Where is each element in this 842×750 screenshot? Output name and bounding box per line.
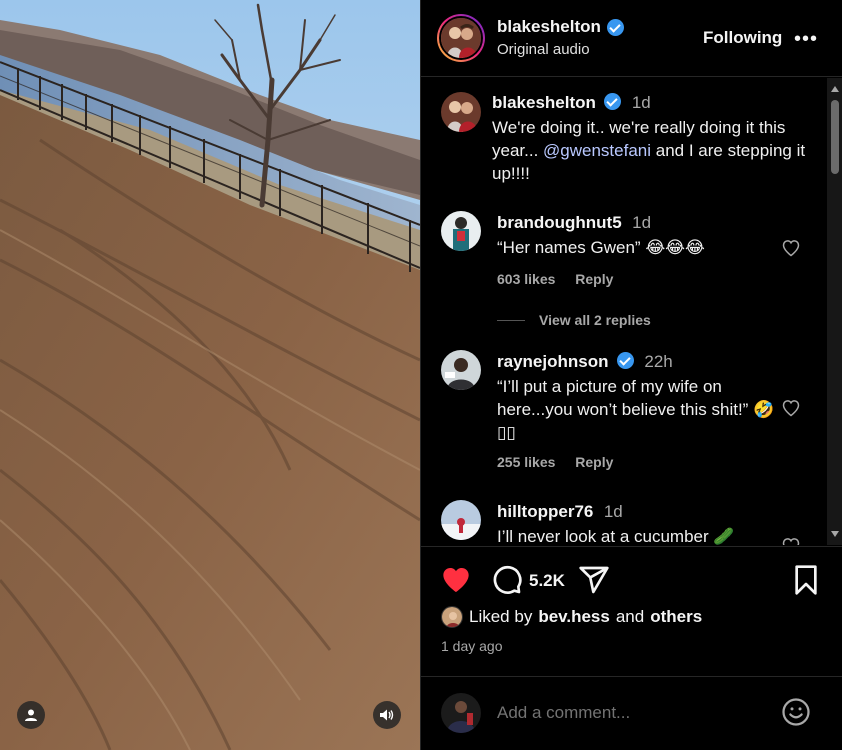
comments-list[interactable]: blakeshelton 1d We're doing it.. we're r… [421,78,827,545]
verified-icon [604,93,622,110]
author-avatar[interactable] [437,14,485,62]
heart-icon[interactable] [781,398,801,418]
post-time-ago: 1 day ago [441,638,503,654]
caption-text: We're doing it.. we're really doing it t… [492,116,812,185]
liked-by: Liked by bev.hess and others [441,606,702,628]
more-icon[interactable]: ••• [794,28,818,51]
comment-input[interactable] [497,701,767,725]
heart-icon[interactable] [781,238,801,258]
comment-text: “I’ll put a picture of my wife on here..… [497,377,775,442]
comment-composer [421,676,842,750]
scroll-up-arrow[interactable] [831,86,839,92]
liked-by-and: and [615,607,645,626]
heart-icon[interactable] [781,536,801,545]
post-header: blakeshelton Original audio Following ••… [421,0,842,77]
view-replies-button[interactable]: View all 2 replies [497,312,651,328]
comment-text: I’ll never look at a cucumber 🥒 [497,527,735,545]
avatar-photo [441,693,481,733]
comment-meta: 255 likes Reply [497,454,629,470]
emoji-icon[interactable] [781,697,811,727]
audio-label[interactable]: Original audio [497,41,590,58]
comment-avatar[interactable] [441,350,481,390]
avatar-photo [441,18,481,58]
reply-button[interactable]: Reply [575,454,613,470]
avatar-photo [441,92,481,132]
mute-toggle-button[interactable] [373,701,401,729]
avatar-photo [442,607,462,627]
scroll-thumb[interactable] [831,100,839,174]
comment-meta: 603 likes Reply [497,271,629,287]
liked-by-others[interactable]: others [650,607,702,627]
verified-icon [616,352,634,369]
liker-avatar[interactable] [441,606,463,628]
author-name[interactable]: blakeshelton [497,17,601,37]
liked-by-prefix: Liked by [469,607,533,626]
field-video-frame [0,0,420,750]
caption-body: blakeshelton 1d We're doing it.. we're r… [492,93,812,185]
comment-time: 22h [644,352,673,371]
post-media[interactable] [0,0,420,750]
comment-time: 1d [632,213,652,232]
comment-count[interactable]: 5.2K [529,571,565,591]
liked-by-user[interactable]: bev.hess [538,607,610,627]
verified-icon [606,18,624,36]
tagged-users-button[interactable] [17,701,45,729]
replies-divider [497,319,525,321]
comment-username[interactable]: raynejohnson [497,352,608,371]
comment-body: raynejohnson 22h “I’ll put a picture of … [497,352,777,444]
bookmark-icon[interactable] [792,564,820,596]
caption-time: 1d [631,93,651,112]
user-icon [25,709,37,721]
author-username[interactable]: blakeshelton [497,17,624,37]
view-replies-label[interactable]: View all 2 replies [539,312,651,328]
comment-likes[interactable]: 603 likes [497,271,555,287]
post-side-panel: blakeshelton Original audio Following ••… [420,0,842,750]
scroll-down-arrow[interactable] [831,531,839,537]
comment-avatar[interactable] [441,500,481,540]
viewer-avatar [441,693,481,733]
caption-avatar[interactable] [441,92,481,132]
caption-mention[interactable]: @gwenstefani [543,141,651,160]
caption-username[interactable]: blakeshelton [492,93,596,112]
comment-likes[interactable]: 255 likes [497,454,555,470]
comment-username[interactable]: hilltopper76 [497,502,593,521]
comment-body: brandoughnut5 1d “Her names Gwen” 😂😂😂 [497,213,777,259]
reply-button[interactable]: Reply [575,271,613,287]
comment-text: “Her names Gwen” 😂😂😂 [497,238,705,257]
avatar-photo [441,500,481,540]
post-actions: 5.2K Liked by bev.hess and others 1 day … [421,546,842,676]
comment-avatar[interactable] [441,211,481,251]
comment-body: hilltopper76 1d I’ll never look at a cuc… [497,502,777,545]
comment-username[interactable]: brandoughnut5 [497,213,622,232]
comment-time: 1d [603,502,623,521]
following-button[interactable]: Following [703,28,782,48]
heart-icon[interactable] [439,564,473,596]
comments-scrollbar[interactable] [827,78,842,545]
avatar-photo [441,211,481,251]
share-icon[interactable] [578,564,610,596]
speaker-icon [380,709,394,721]
avatar-photo [441,350,481,390]
comment-icon[interactable] [491,564,523,596]
